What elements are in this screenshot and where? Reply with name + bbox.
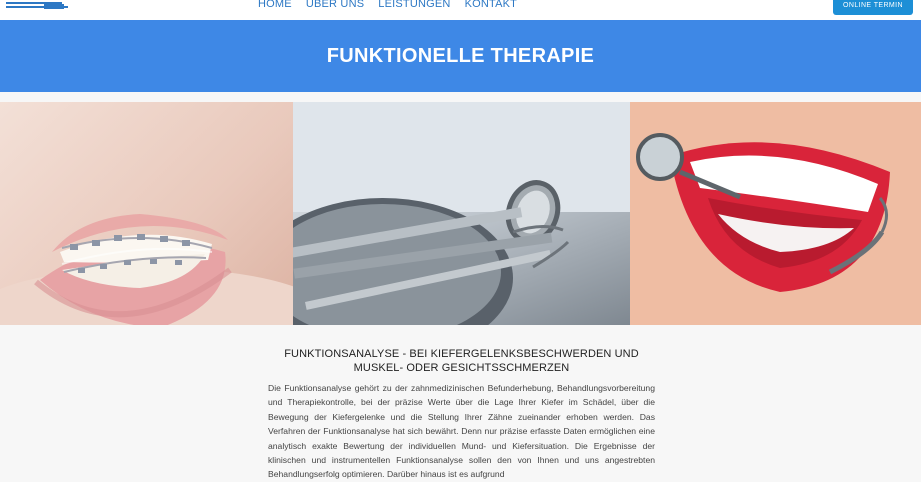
nav-link-ueber-uns[interactable]: ÜBER UNS bbox=[306, 0, 364, 11]
image-gallery bbox=[0, 102, 921, 325]
page-banner: FUNKTIONELLE THERAPIE bbox=[0, 20, 921, 92]
dental-instruments-photo bbox=[293, 102, 630, 325]
main-menu: HOME ÜBER UNS LEISTUNGEN KONTAKT bbox=[258, 0, 517, 11]
content-section: FUNKTIONSANALYSE - BEI KIEFERGELENKSBESC… bbox=[268, 347, 655, 482]
braces-smile-photo bbox=[0, 102, 293, 325]
nav-link-kontakt[interactable]: KONTAKT bbox=[465, 0, 518, 11]
white-smile-mirror-photo bbox=[630, 102, 921, 325]
nav-link-home[interactable]: HOME bbox=[258, 0, 292, 11]
section-heading: FUNKTIONSANALYSE - BEI KIEFERGELENKSBESC… bbox=[284, 348, 639, 374]
page-title: FUNKTIONELLE THERAPIE bbox=[326, 44, 595, 67]
logo-icon[interactable] bbox=[4, 0, 68, 11]
top-navigation: HOME ÜBER UNS LEISTUNGEN KONTAKT ONLINE … bbox=[0, 0, 921, 20]
online-termin-button[interactable]: ONLINE TERMIN bbox=[833, 0, 913, 15]
section-text: Die Funktionsanalyse gehört zu der zahnm… bbox=[268, 383, 655, 480]
nav-link-leistungen[interactable]: LEISTUNGEN bbox=[378, 0, 450, 11]
